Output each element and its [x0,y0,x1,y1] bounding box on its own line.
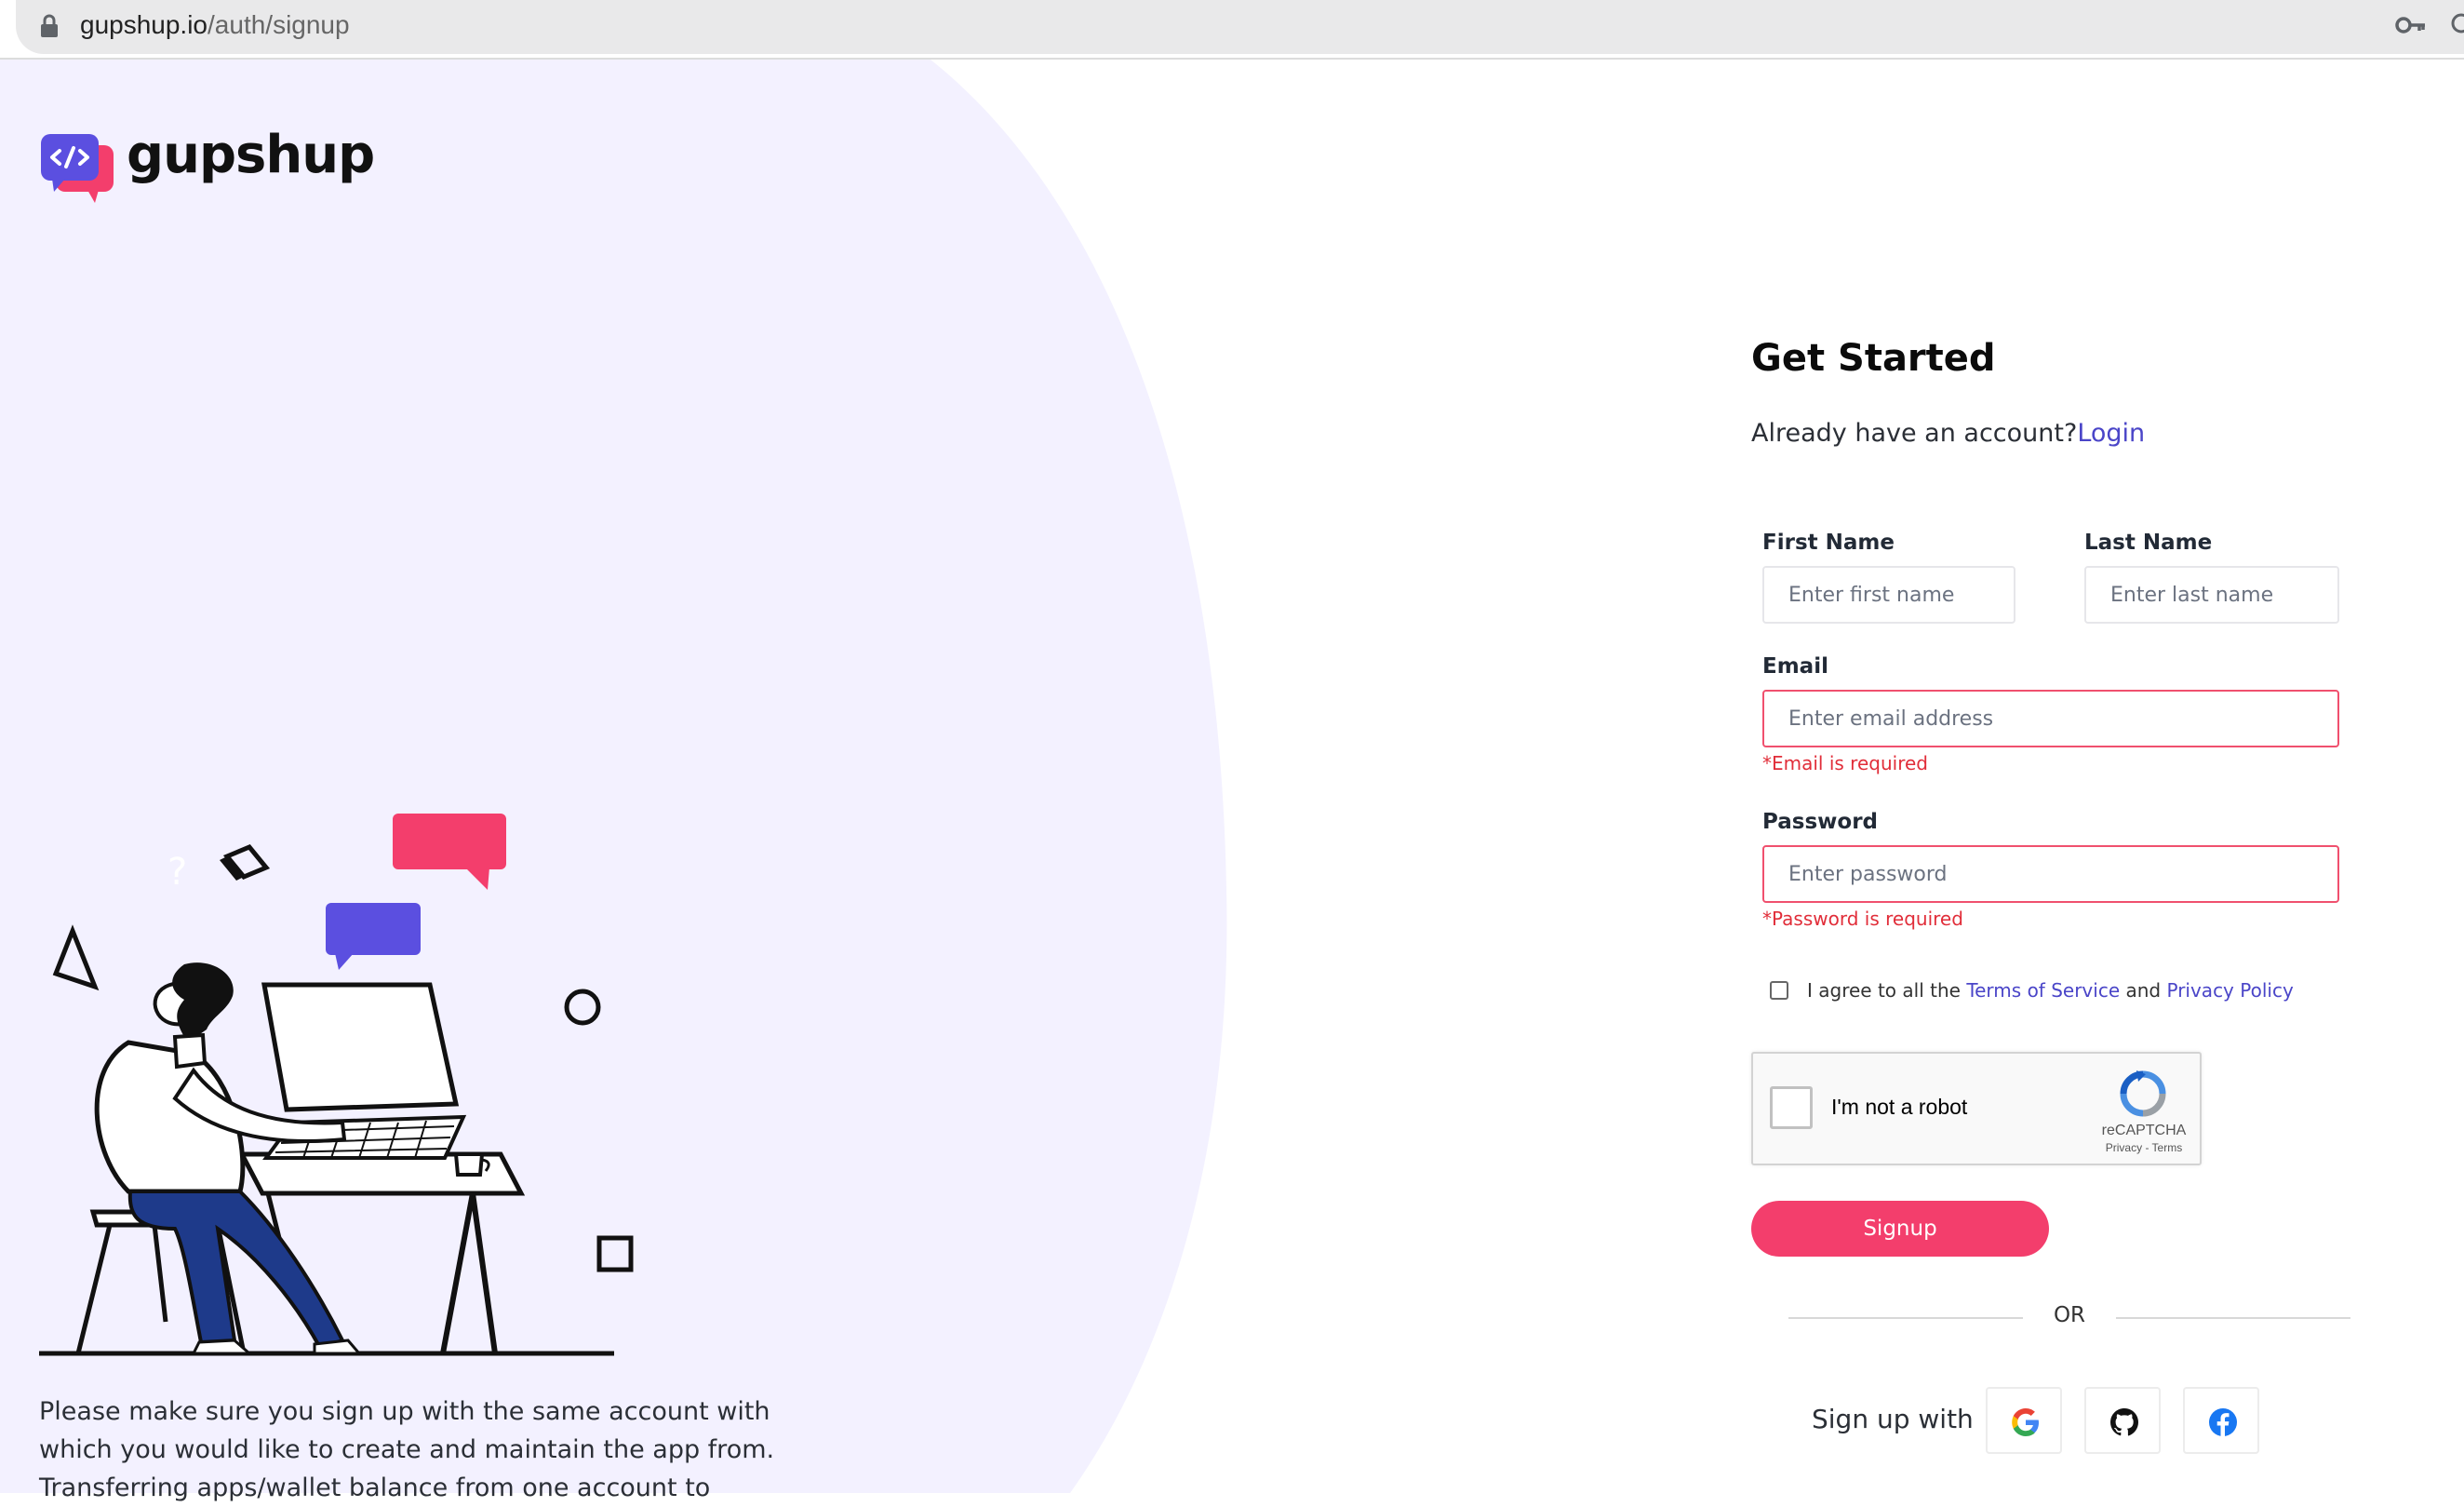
login-link[interactable]: Login [2077,419,2145,448]
url-text[interactable]: gupshup.io/auth/signup [80,9,350,41]
svg-text:?: ? [167,851,187,894]
page-title: Get Started [1751,337,1996,380]
lock-icon [41,14,58,37]
or-divider-right [2116,1317,2350,1319]
privacy-policy-link[interactable]: Privacy Policy [2166,979,2293,1002]
already-have-account: Already have an account?Login [1751,419,2145,448]
account-note: Please make sure you sign up with the sa… [39,1397,775,1502]
email-input[interactable] [1762,690,2339,747]
recaptcha-widget: I'm not a robot reCAPTCHA Privacy - Term… [1751,1052,2202,1165]
github-signup-button[interactable] [2084,1387,2161,1454]
already-text: Already have an account? [1751,419,2078,448]
terms-text: I agree to all the Terms of Service and … [1807,979,2294,1002]
person-at-desk-illustration: ? [39,814,634,1356]
password-input[interactable] [1762,845,2339,903]
last-name-label: Last Name [2084,531,2213,555]
email-label: Email [1762,654,1828,679]
last-name-input[interactable] [2084,566,2339,624]
signup-form: Get Started Already have an account?Logi… [1751,0,2458,1493]
recaptcha-checkbox[interactable] [1770,1086,1813,1129]
or-label: OR [2053,1303,2086,1327]
first-name-label: First Name [1762,531,1895,555]
recaptcha-label: I'm not a robot [1831,1095,1968,1119]
recaptcha-links[interactable]: Privacy - Terms [2093,1141,2195,1154]
password-label: Password [1762,810,1878,834]
password-error: *Password is required [1762,908,1963,930]
github-icon [2110,1408,2138,1436]
signup-button[interactable]: Signup [1751,1201,2049,1257]
facebook-signup-button[interactable] [2183,1387,2259,1454]
google-icon [2012,1408,2039,1436]
terms-checkbox[interactable] [1770,981,1788,1000]
terms-of-service-link[interactable]: Terms of Service [1966,979,2120,1002]
gupshup-logo-icon [41,134,114,203]
google-signup-button[interactable] [1986,1387,2062,1454]
email-error: *Email is required [1762,752,1928,774]
recaptcha-logo-icon [2120,1070,2166,1117]
facebook-icon [2209,1408,2237,1436]
brand-name: gupshup [127,125,375,185]
signup-with-label: Sign up with [1812,1404,1974,1434]
or-divider-left [1788,1317,2023,1319]
recaptcha-brand: reCAPTCHA [2101,1123,2187,1138]
first-name-input[interactable] [1762,566,2015,624]
